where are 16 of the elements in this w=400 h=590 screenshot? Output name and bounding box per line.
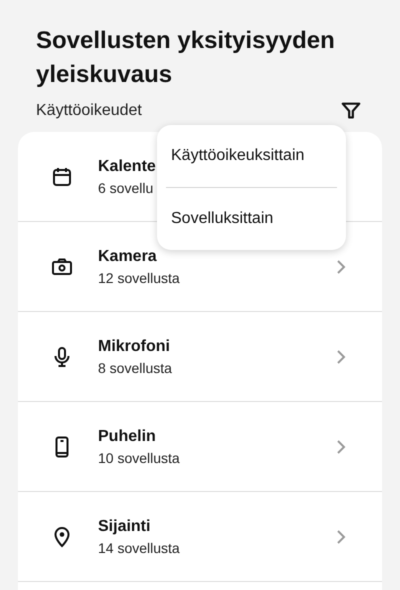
app-count: 14 sovellusta [98, 540, 181, 556]
permission-name: Mikrofoni [98, 338, 171, 356]
permission-name: Kamera [98, 248, 158, 266]
app-count: 10 sovellusta [98, 450, 181, 466]
app-count: 6 sovellu [98, 180, 154, 196]
permission-name: Kalente [98, 158, 157, 176]
app-count: 8 sovellusta [98, 360, 173, 376]
permission-row[interactable]: Sijainti 14 sovellusta [18, 492, 382, 582]
permission-row[interactable]: Puhelin 10 sovellusta [18, 402, 382, 492]
page-title: Sovellusten yksityisyyden yleiskuvaus [36, 26, 336, 90]
permission-row[interactable]: Mikrofoni 8 sovellusta [18, 312, 382, 402]
section-label: Käyttöoikeudet [36, 102, 142, 120]
permission-name: Puhelin [98, 428, 157, 446]
permission-name: Sijainti [98, 518, 152, 536]
app-count: 12 sovellusta [98, 270, 181, 286]
menu-item[interactable]: Käyttöoikeuksittain [166, 125, 337, 187]
